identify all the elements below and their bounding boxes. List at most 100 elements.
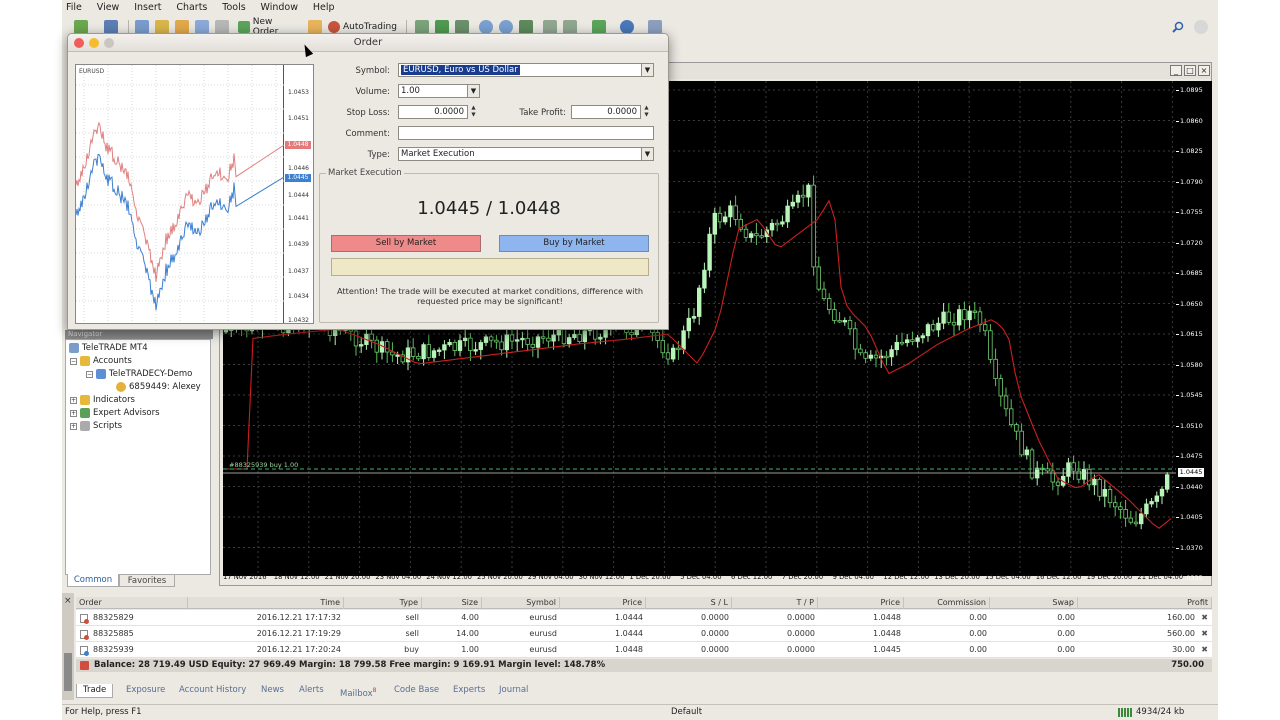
col-profit[interactable]: Profit <box>1078 597 1212 609</box>
sell-by-market-button[interactable]: Sell by Market <box>331 235 481 252</box>
price-label: 1.0790 <box>1180 177 1203 186</box>
tab-experts[interactable]: Experts <box>453 684 485 698</box>
desktop-right <box>1218 0 1280 720</box>
menu-charts[interactable]: Charts <box>176 2 207 13</box>
menu-help[interactable]: Help <box>313 2 335 13</box>
col-size[interactable]: Size <box>422 597 482 609</box>
tree-experts[interactable]: + Expert Advisors <box>70 407 160 419</box>
candle-body <box>977 311 983 326</box>
navigator-tree: TeleTRADE MT4 − Accounts − TeleTRADECY-D… <box>65 339 211 575</box>
tree-indicators[interactable]: + Indicators <box>70 394 135 406</box>
col-swap[interactable]: Swap <box>990 597 1078 609</box>
stoploss-stepper[interactable]: ▲ ▼ <box>469 105 478 119</box>
menu-insert[interactable]: Insert <box>134 2 161 13</box>
menu-window[interactable]: Window <box>261 2 298 13</box>
tab-exposure[interactable]: Exposure <box>126 684 165 698</box>
minimize-button[interactable]: _ <box>1170 65 1182 76</box>
candle-body <box>972 310 977 313</box>
cell-time: 2016.12.21 17:19:29 <box>256 629 341 638</box>
close-button[interactable]: × <box>1198 65 1210 76</box>
candle-body <box>894 341 899 351</box>
tab-common[interactable]: Common <box>67 574 119 587</box>
expand-icon[interactable]: + <box>70 396 77 404</box>
col-tp[interactable]: T / P <box>732 597 818 609</box>
tab-mailbox-label: Mailbox <box>340 688 373 699</box>
navigator-icon <box>175 20 189 34</box>
menu-view[interactable]: View <box>97 2 120 13</box>
candle-body <box>1066 462 1071 477</box>
tick-price-label: 1.0437 <box>288 268 309 275</box>
zoom-icon[interactable] <box>104 38 114 48</box>
tree-root[interactable]: TeleTRADE MT4 <box>69 342 148 354</box>
stoploss-value: 0.0000 <box>434 107 464 117</box>
tree-account[interactable]: 6859449: Alexey <box>116 381 201 393</box>
autotrading-label: AutoTrading <box>343 22 397 32</box>
candle-body <box>899 341 905 345</box>
close-order-icon[interactable]: ✖ <box>1201 642 1208 658</box>
search-button[interactable] <box>1170 19 1186 35</box>
close-order-icon[interactable]: ✖ <box>1201 610 1208 626</box>
order-dialog-title: Order <box>353 37 383 48</box>
col-commission[interactable]: Commission <box>904 597 990 609</box>
col-symbol[interactable]: Symbol <box>482 597 560 609</box>
candle-body <box>390 351 395 356</box>
close-icon[interactable] <box>74 38 84 48</box>
symbol-select[interactable]: EURUSD, Euro vs US Dollar ▼ <box>398 63 654 77</box>
buy-by-market-button[interactable]: Buy by Market <box>499 235 649 252</box>
price-label: 1.0475 <box>1180 452 1203 460</box>
table-row[interactable]: 88325939 2016.12.21 17:20:24 buy 1.00 eurusd… <box>76 642 1212 658</box>
table-row[interactable]: 88325829 2016.12.21 17:17:32 sell 4.00 eurus… <box>76 610 1212 626</box>
col-current-price[interactable]: Price <box>818 597 904 609</box>
close-icon[interactable]: × <box>64 596 72 606</box>
expand-icon[interactable]: + <box>70 422 77 430</box>
tree-server[interactable]: − TeleTRADECY-Demo <box>86 368 192 380</box>
comment-input[interactable] <box>398 126 654 140</box>
tab-code-base[interactable]: Code Base <box>394 684 439 698</box>
menu-tools[interactable]: Tools <box>222 2 245 13</box>
price-tick <box>1176 364 1179 366</box>
takeprofit-stepper[interactable]: ▲ ▼ <box>642 105 651 119</box>
col-order[interactable]: Order <box>76 597 188 609</box>
close-order-icon[interactable]: ✖ <box>1201 626 1208 642</box>
price-label: 1.0335 <box>1180 574 1203 582</box>
market-watch-icon <box>135 20 149 34</box>
col-type[interactable]: Type <box>344 597 422 609</box>
candle-body <box>717 212 723 223</box>
time-label: 29 Nov 04:00 <box>527 573 574 581</box>
tab-news[interactable]: News <box>261 684 284 698</box>
table-row[interactable]: 88325885 2016.12.21 17:19:29 sell 14.00 euru… <box>76 626 1212 642</box>
menu-file[interactable]: File <box>66 2 82 13</box>
takeprofit-input[interactable]: 0.0000 <box>571 105 641 119</box>
tab-alerts[interactable]: Alerts <box>299 684 324 698</box>
tick-price-label: 1.0439 <box>288 241 309 248</box>
candle-body <box>358 344 364 347</box>
expand-icon[interactable]: + <box>70 409 77 417</box>
stoploss-input[interactable]: 0.0000 <box>398 105 468 119</box>
col-sl[interactable]: S / L <box>646 597 732 609</box>
type-select[interactable]: Market Execution ▼ <box>398 147 654 161</box>
minimize-icon[interactable] <box>89 38 99 48</box>
collapse-icon[interactable]: − <box>86 370 93 378</box>
mailbox-badge: 8 <box>372 687 377 694</box>
tree-accounts-label: Accounts <box>93 356 132 366</box>
price-tick <box>1176 456 1179 457</box>
col-time[interactable]: Time <box>188 597 344 609</box>
col-price[interactable]: Price <box>560 597 646 609</box>
price-label: 1.0720 <box>1180 238 1203 247</box>
chart-shift-icon <box>543 20 557 34</box>
time-label: 17 Nov 2016 <box>223 573 267 581</box>
collapse-icon[interactable]: − <box>70 357 77 365</box>
maximize-button[interactable]: □ <box>1184 65 1196 76</box>
tree-accounts[interactable]: − Accounts <box>70 355 132 367</box>
candle-body <box>1165 474 1170 490</box>
candle-body <box>395 354 400 357</box>
tab-mailbox[interactable]: Mailbox8 <box>340 684 377 699</box>
tab-favorites[interactable]: Favorites <box>119 574 175 587</box>
time-label: 21 Dec 04:00 <box>1137 573 1184 581</box>
chat-button[interactable] <box>1190 19 1212 35</box>
tab-trade[interactable]: Trade <box>76 684 114 698</box>
tab-account-history[interactable]: Account History <box>179 684 246 698</box>
volume-select[interactable]: 1.00 ▼ <box>398 84 480 98</box>
tab-journal[interactable]: Journal <box>499 684 528 698</box>
tree-scripts[interactable]: + Scripts <box>70 420 122 432</box>
